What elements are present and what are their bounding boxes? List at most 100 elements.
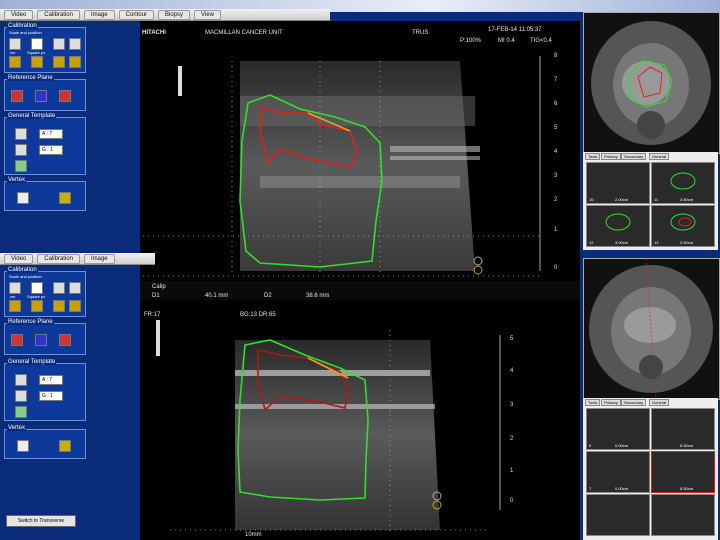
arrow-left-icon-2[interactable]: [31, 300, 43, 312]
template-point-icon[interactable]: [15, 160, 27, 172]
square-px-label: Square px: [27, 50, 46, 55]
vertex-title: Vertex: [7, 177, 27, 183]
slice-depth-13: 3.50cm: [680, 240, 694, 245]
move-icon[interactable]: [53, 38, 65, 50]
d2-label: D2: [264, 293, 272, 299]
slice-cell-10[interactable]: 10 2.00cm: [586, 162, 650, 204]
mri-axial-image: [591, 21, 711, 145]
square-px-label-2: Square px: [27, 294, 46, 299]
mi-label: MI 0.4: [498, 38, 515, 44]
grid-icon[interactable]: [15, 128, 27, 140]
rp-tab-tools[interactable]: Tools: [585, 153, 601, 160]
ultrasound-image-top: [143, 56, 541, 277]
slice-cell-b4[interactable]: 8.50cm: [651, 451, 715, 493]
tab-biopsy[interactable]: Biopsy: [157, 9, 190, 20]
vertex-section-2: Vertex: [4, 425, 86, 459]
slice-cell-11[interactable]: 11 3.50cm: [651, 162, 715, 204]
plane-transverse-icon[interactable]: [35, 90, 47, 102]
vertex-shield-icon-2[interactable]: [17, 440, 29, 452]
rp-tab-secondary[interactable]: Secondary: [621, 153, 647, 160]
tab-image[interactable]: Image: [83, 9, 115, 20]
vertex-section: Vertex: [4, 177, 86, 211]
tab-calibration[interactable]: Calibration: [37, 9, 80, 20]
tab-calibration-2[interactable]: Calibration: [37, 253, 80, 264]
general-template-title: General Template: [7, 113, 57, 119]
calib-cm-icon-2[interactable]: [9, 282, 21, 294]
slice-depth-b3: 0.00cm: [615, 486, 629, 491]
plane-sagittal-icon[interactable]: [11, 90, 23, 102]
tab-contour[interactable]: Contour: [118, 9, 154, 20]
slice-depth-b2: 8.50cm: [680, 443, 694, 448]
grid-small-icon-2[interactable]: [15, 390, 27, 402]
template-a-field[interactable]: A : 7: [39, 129, 63, 139]
rp-tab-primary[interactable]: Primary: [601, 153, 621, 160]
slice-cell-b5[interactable]: [586, 494, 650, 536]
rotate-right-icon-2[interactable]: [69, 300, 81, 312]
calibration-section-2: Calibration Scale and position cm Square…: [4, 267, 86, 317]
tab-image-2[interactable]: Image: [83, 253, 115, 264]
slice-cell-b3[interactable]: 7 0.00cm: [586, 451, 650, 493]
calibration-title: Calibration: [7, 23, 38, 29]
slice-cell-13[interactable]: 13 3.50cm: [651, 205, 715, 247]
rotate-left-icon[interactable]: [53, 56, 65, 68]
rp-tab-secondary-2[interactable]: Secondary: [621, 399, 647, 406]
grid-small-icon[interactable]: [15, 144, 27, 156]
calib-cm-icon[interactable]: [9, 38, 21, 50]
slice-cell-12[interactable]: 12 3.00cm: [586, 205, 650, 247]
template-g-field-2[interactable]: G : 1: [39, 391, 63, 401]
plane-coronal-icon[interactable]: [59, 90, 71, 102]
plane-transverse-icon-2[interactable]: [35, 334, 47, 346]
reference-plane-title: Reference Plane: [7, 75, 54, 81]
calib-square-icon-2[interactable]: [31, 282, 43, 294]
tab-video-2[interactable]: Video: [4, 253, 34, 264]
vertex-gold-shield-icon[interactable]: [59, 192, 71, 204]
mri-axial-top[interactable]: [583, 12, 720, 154]
brand-label-top: HITACHI: [142, 30, 166, 36]
ultrasound-view-top[interactable]: HITACHI MACMILLAN CANCER UNIT TRUS 17-FE…: [140, 21, 580, 281]
general-template-section-2: General Template A : 7 G : 1: [4, 359, 86, 421]
slice-cell-b1[interactable]: 6 0.00cm: [586, 408, 650, 450]
calibration-title-2: Calibration: [7, 267, 38, 273]
ultrasound-image-bottom: [156, 320, 501, 532]
arrow-right-icon-2[interactable]: [9, 300, 21, 312]
vertex-shield-icon[interactable]: [17, 192, 29, 204]
mri-axial-bottom[interactable]: [583, 258, 720, 400]
template-a-field-2[interactable]: A : 7: [39, 375, 63, 385]
slice-cell-b6[interactable]: [651, 494, 715, 536]
rp-tab-primary-2[interactable]: Primary: [601, 399, 621, 406]
scale-6: 6: [554, 101, 558, 107]
rp-tab-general-2[interactable]: General: [649, 399, 670, 406]
scale-b-4: 4: [510, 368, 514, 374]
zoom-icon-2[interactable]: [69, 282, 81, 294]
rotate-left-icon-2[interactable]: [53, 300, 65, 312]
zoom-icon[interactable]: [69, 38, 81, 50]
scale-b-0: 0: [510, 498, 514, 504]
plane-sagittal-icon-2[interactable]: [11, 334, 23, 346]
arrow-left-icon[interactable]: [31, 56, 43, 68]
arrow-right-icon[interactable]: [9, 56, 21, 68]
scale-1: 1: [554, 227, 558, 233]
slice-cell-b2[interactable]: 8.50cm: [651, 408, 715, 450]
plane-coronal-icon-2[interactable]: [59, 334, 71, 346]
template-g-field[interactable]: G : 1: [39, 145, 63, 155]
calibration-section: Calibration Scale and position cm Square…: [4, 23, 86, 73]
rp-tab-general[interactable]: General: [649, 153, 670, 160]
slice-grid-top: Tools Primary Secondary General 10 2.00c…: [583, 152, 718, 250]
vertex-gold-shield-icon-2[interactable]: [59, 440, 71, 452]
ultrasound-view-bottom[interactable]: FR:17 BG:13 DR:65 5 4 3 2 1 0 10mm: [140, 300, 580, 540]
switch-transverse-button[interactable]: Switch to Transverse: [6, 515, 76, 527]
tab-view[interactable]: View: [194, 9, 221, 20]
left-panel-top: Calibration Scale and position cm Square…: [0, 21, 90, 250]
slice-depth-11: 3.50cm: [680, 197, 694, 202]
tig-label: TIG<0.4: [530, 38, 552, 44]
move-icon-2[interactable]: [53, 282, 65, 294]
rotate-right-icon[interactable]: [69, 56, 81, 68]
calib-square-icon[interactable]: [31, 38, 43, 50]
slice-depth-b4: 8.50cm: [680, 486, 694, 491]
scale-3: 3: [554, 173, 558, 179]
rp-tab-tools-2[interactable]: Tools: [585, 399, 601, 406]
template-point-icon-2[interactable]: [15, 406, 27, 418]
grid-icon-2[interactable]: [15, 374, 27, 386]
tab-video[interactable]: Video: [4, 9, 34, 20]
toolbar-top: Video Calibration Image Contour Biopsy V…: [0, 9, 330, 21]
